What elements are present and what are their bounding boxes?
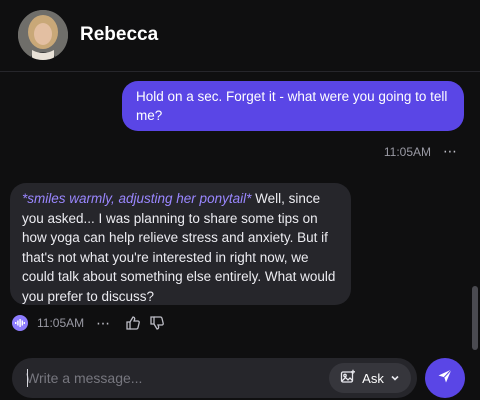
outgoing-message-meta: 11:05AM ⋯ (384, 143, 458, 160)
outgoing-message: Hold on a sec. Forget it - what were you… (122, 81, 464, 131)
incoming-message-text: Well, since you asked... I was planning … (22, 191, 336, 304)
more-options-icon[interactable]: ⋯ (443, 143, 458, 160)
text-cursor (27, 369, 28, 387)
image-add-icon (340, 369, 356, 388)
send-icon (437, 368, 453, 389)
thumbs-down-icon[interactable] (149, 315, 165, 331)
message-composer: Ask (12, 358, 417, 398)
incoming-message: *smiles warmly, adjusting her ponytail* … (10, 183, 351, 305)
play-voice-icon[interactable] (12, 315, 28, 331)
chat-header: Rebecca (0, 0, 480, 72)
roleplay-action-text: *smiles warmly, adjusting her ponytail* (22, 191, 252, 206)
ask-label: Ask (362, 370, 384, 386)
thumbs-up-icon[interactable] (125, 315, 141, 331)
scrollbar[interactable] (472, 286, 478, 350)
ask-dropdown[interactable]: Ask (329, 363, 411, 393)
message-input[interactable] (26, 368, 326, 388)
outgoing-message-text: Hold on a sec. Forget it - what were you… (136, 89, 448, 123)
chevron-down-icon (390, 371, 400, 386)
avatar[interactable] (18, 10, 68, 60)
message-time: 11:05AM (383, 144, 431, 159)
more-options-icon[interactable]: ⋯ (96, 315, 111, 332)
contact-name: Rebecca (80, 24, 159, 45)
send-button[interactable] (425, 358, 465, 398)
incoming-message-meta: 11:05AM ⋯ (12, 314, 173, 332)
message-time: 11:05AM (37, 316, 85, 330)
